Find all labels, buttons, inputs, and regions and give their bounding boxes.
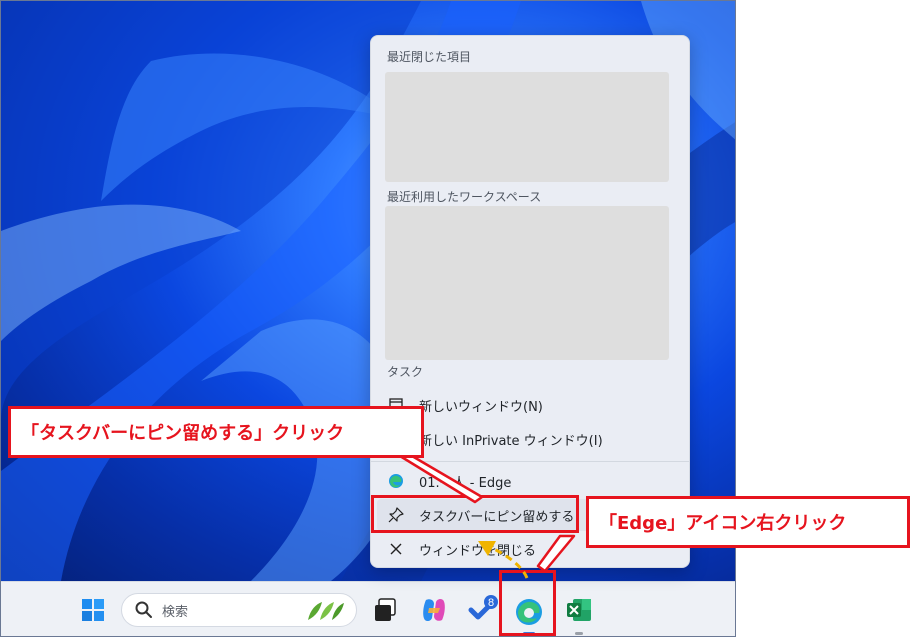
edge-app-label: 01.一人 - Edge [419,475,512,491]
new-inprivate-label: 新しい InPrivate ウィンドウ(I) [419,433,603,449]
todo-icon[interactable]: 8 [467,594,499,626]
recent-workspaces-list [385,206,669,360]
new-window-label: 新しいウィンドウ(N) [419,399,543,415]
edge-instruction-callout: 「Edge」アイコン右クリック [586,496,910,548]
edge-app-item[interactable]: 01.一人 - Edge [377,465,683,497]
todo-badge: 8 [488,597,494,609]
pin-item-highlight [371,495,579,533]
tasks-header: タスク [387,365,424,379]
taskbar: 検索 8 [1,581,735,636]
close-window-label: ウィンドウを閉じる [419,543,537,559]
leaf-decoration-icon [304,600,346,626]
search-icon [134,600,154,620]
copilot-icon[interactable] [419,595,449,625]
recent-workspaces-header: 最近利用したワークスペース [387,190,542,204]
task-view-icon[interactable] [371,596,399,624]
windows-start-icon[interactable] [79,596,107,624]
pin-instruction-callout: 「タスクバーにピン留めする」クリック [8,406,424,458]
edge-jump-list: 最近閉じた項目 最近利用したワークスペース タスク 新しいウィンドウ(N) 新し… [370,35,690,568]
search-box[interactable]: 検索 [121,593,357,627]
search-placeholder: 検索 [162,604,189,620]
recent-closed-header: 最近閉じた項目 [387,50,472,64]
excel-icon[interactable] [564,595,594,625]
edge-icon-highlight [499,570,556,636]
recent-closed-list [385,72,669,182]
excel-running-indicator [575,632,583,635]
jumplist-divider [371,461,689,462]
edge-small-icon [387,472,405,490]
close-icon [387,540,405,558]
